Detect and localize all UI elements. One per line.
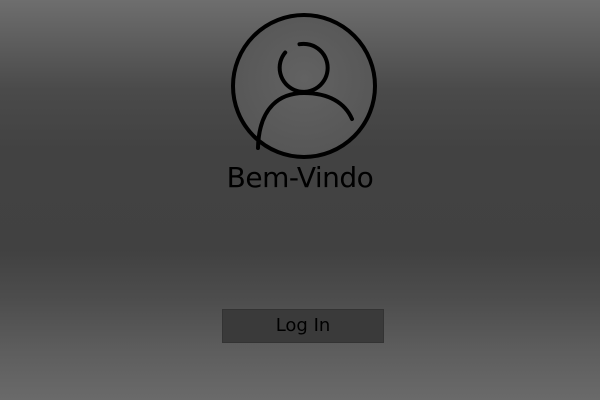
welcome-title: Bem-Vindo bbox=[226, 161, 374, 194]
user-icon bbox=[229, 11, 379, 161]
login-screen: Bem-Vindo Log In bbox=[0, 0, 600, 400]
login-button[interactable]: Log In bbox=[222, 309, 384, 343]
